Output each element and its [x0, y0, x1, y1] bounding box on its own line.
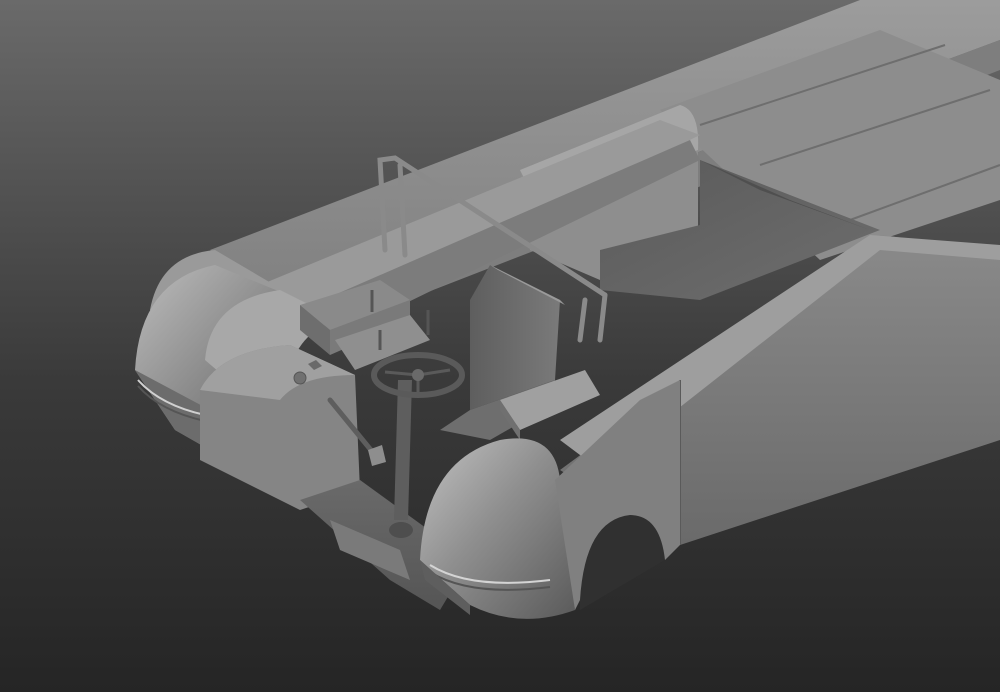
- 3d-viewport[interactable]: [0, 0, 1000, 692]
- scene-render: [0, 0, 1000, 692]
- fuel-cap: [293, 371, 307, 385]
